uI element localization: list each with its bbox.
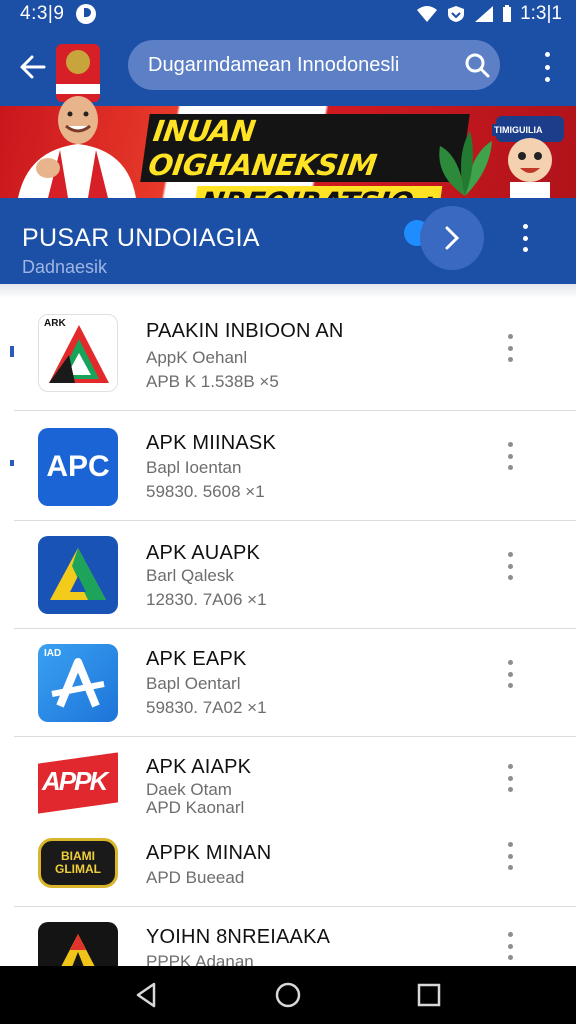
row-marker (10, 346, 14, 357)
app-icon[interactable] (38, 536, 118, 614)
nav-recents-icon[interactable] (414, 980, 444, 1010)
gold-badge-icon: BIAMI GLIMAL (55, 849, 101, 876)
app-publisher: PPPK Adanan (146, 952, 254, 966)
section-header: PUSAR UNDOIAGIA Dadnaesik (0, 198, 576, 284)
list-divider (14, 628, 576, 629)
person-illustration (18, 44, 136, 198)
app-name[interactable]: APK AIAPK (146, 756, 251, 779)
app-name[interactable]: YOIHN 8NREIAAKA (146, 926, 330, 949)
app-publisher: Bapl Oentarl (146, 674, 241, 693)
list-divider (14, 906, 576, 907)
search-input[interactable]: Dugarındamean Innodonesli (148, 54, 454, 77)
section-title: PUSAR UNDOIAGIA (22, 224, 260, 252)
status-time-left: 4:3|9 (20, 3, 65, 24)
app-name[interactable]: PAAKIN INBIOON AN (146, 320, 344, 343)
app-icon[interactable] (38, 922, 118, 966)
app-details: APB K 1.538B ×5 (146, 372, 279, 391)
section-menu-icon[interactable] (520, 224, 530, 252)
app-details: APD Kaonarl (146, 798, 245, 817)
app-menu-icon[interactable] (505, 932, 515, 960)
app-details: 59830. 7A02 ×1 (146, 698, 267, 717)
app-icon[interactable]: APC (38, 428, 118, 506)
app-menu-icon[interactable] (505, 764, 515, 792)
app-icon-label: ARK (44, 318, 66, 329)
search-icon[interactable] (454, 52, 500, 78)
app-publisher: APD Bueead (146, 868, 245, 887)
battery-icon (503, 5, 512, 22)
row-marker (10, 460, 14, 466)
cell-signal-icon (475, 6, 494, 22)
app-details: 59830. 5608 ×1 (146, 482, 265, 501)
app-publisher: Barl Qalesk (146, 566, 234, 585)
yellow-green-a-icon (50, 548, 106, 600)
app-menu-icon[interactable] (505, 552, 515, 580)
mascot-badge: TIMIGUILIA (492, 124, 545, 136)
list-divider (14, 410, 576, 411)
app-details: 12830. 7A06 ×1 (146, 590, 267, 609)
app-icon[interactable]: IAD (38, 644, 118, 722)
banner-headline: INUAN OIGHANEKSIM NREOIRATSIO : (140, 114, 470, 198)
banner-line-1: INUAN OIGHANEKSIM (140, 114, 470, 182)
banner-line-2: NREOIRATSIO : (192, 186, 443, 198)
app-menu-icon[interactable] (505, 660, 515, 688)
app-name[interactable]: APK MIINASK (146, 432, 276, 455)
app-list: ARK PAAKIN INBIOON AN AppK Oehanl APB K … (0, 298, 576, 966)
app-name[interactable]: APPK MINAN (146, 842, 271, 865)
app-icon-label: IAD (44, 648, 62, 659)
status-time-right: 1:3|1 (520, 3, 562, 24)
list-divider (14, 520, 576, 521)
app-icon[interactable]: ARK (38, 314, 118, 392)
cartoon-mascot: TIMIGUILIA (486, 112, 572, 198)
overflow-menu-icon[interactable] (542, 52, 552, 82)
apc-logo-icon: APC (46, 450, 110, 483)
app-menu-icon[interactable] (505, 334, 515, 362)
section-subtitle: Dadnaesik (22, 257, 108, 277)
list-divider (14, 736, 576, 737)
app-publisher: Daek Otam (146, 780, 232, 799)
nav-home-icon[interactable] (273, 980, 303, 1010)
app-publisher: Bapl Ioentan (146, 458, 242, 477)
search-bar[interactable]: Dugarındamean Innodonesli (128, 40, 500, 90)
system-nav-bar (0, 966, 576, 1024)
app-icon-label: APPK (42, 766, 108, 796)
section-forward-button[interactable] (420, 206, 484, 270)
nav-back-icon[interactable] (132, 980, 162, 1010)
black-yellow-a-icon (61, 934, 95, 966)
app-icon[interactable]: BIAMI GLIMAL (38, 838, 118, 888)
wifi-icon (417, 6, 438, 22)
shield-signal-icon (448, 6, 465, 22)
app-name[interactable]: APK AUAPK (146, 542, 260, 565)
app-publisher: AppK Oehanl (146, 348, 248, 367)
app-menu-icon[interactable] (505, 842, 515, 870)
chevron-right-icon (445, 226, 460, 250)
app-icon[interactable]: APPK (38, 752, 118, 818)
app-menu-icon[interactable] (505, 442, 515, 470)
notification-icon (76, 4, 97, 24)
header-shadow (0, 284, 576, 298)
status-bar: 4:3|9 1:3|1 (0, 0, 576, 28)
app-name[interactable]: APK EAPK (146, 648, 247, 671)
